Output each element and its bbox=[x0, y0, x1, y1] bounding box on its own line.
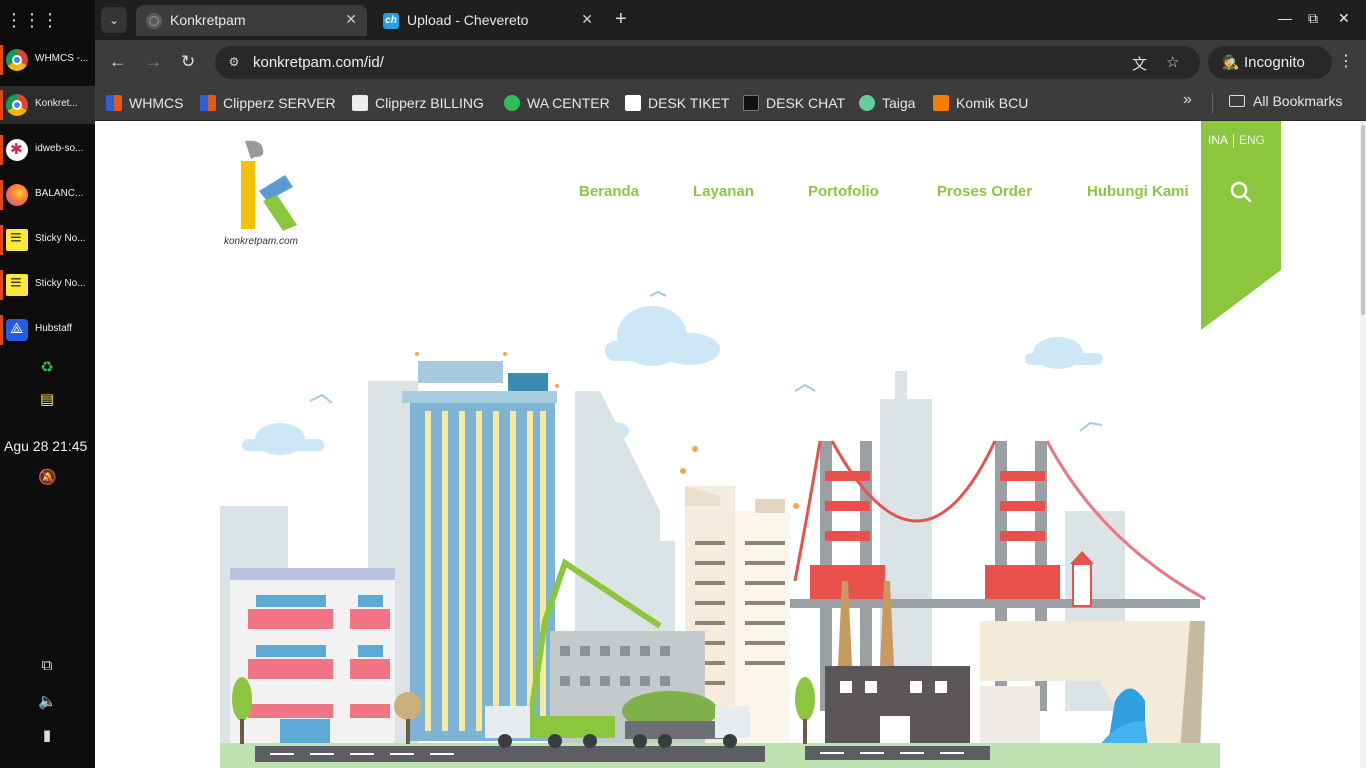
clipperz-icon bbox=[352, 95, 368, 111]
window-close-icon[interactable]: ✕ bbox=[1338, 10, 1350, 27]
url-text[interactable]: konkretpam.com/id/ bbox=[253, 54, 384, 71]
logo-text: konkretpam.com bbox=[224, 236, 298, 247]
nav-portofolio[interactable]: Portofolio bbox=[808, 183, 879, 200]
taskbar-item-konkretpam[interactable]: Konkret... bbox=[0, 86, 95, 124]
search-icon[interactable] bbox=[1228, 179, 1254, 205]
tab-search-button[interactable]: ⌄ bbox=[101, 7, 127, 33]
address-bar[interactable]: ⚙ konkretpam.com/id/ 文 ☆ bbox=[215, 46, 1200, 79]
taskbar-item-label: BALANC... bbox=[35, 188, 84, 199]
taskbar-item-label: idweb-so... bbox=[35, 143, 84, 154]
clock[interactable]: Agu 28 21:45 bbox=[4, 438, 87, 454]
bookmark-taiga[interactable]: Taiga bbox=[859, 93, 915, 113]
sticky-notes-icon bbox=[6, 227, 28, 251]
chrome-icon bbox=[6, 49, 28, 71]
taiga-icon bbox=[859, 95, 875, 111]
scrollbar[interactable] bbox=[1360, 121, 1366, 768]
taskbar-item-label: Konkret... bbox=[35, 98, 78, 109]
bookmark-whmcs[interactable]: WHMCS bbox=[106, 93, 183, 113]
bookmark-desk-chat[interactable]: DESK CHAT bbox=[743, 93, 845, 113]
incognito-icon: 🕵 bbox=[1222, 54, 1240, 70]
forward-icon[interactable]: → bbox=[145, 52, 162, 72]
taskbar-item-firefox[interactable]: BALANC... bbox=[0, 176, 95, 214]
tab-chevereto[interactable]: ch Upload - Chevereto ✕ bbox=[373, 5, 603, 36]
taskbar-item-hubstaff[interactable]: Hubstaff bbox=[0, 311, 95, 349]
network-icon[interactable]: ⧉ bbox=[38, 657, 56, 674]
browser-toolbar: ← → ↻ ⚙ konkretpam.com/id/ 文 ☆ 🕵 Incogni… bbox=[95, 40, 1366, 84]
nav-proses-order[interactable]: Proses Order bbox=[937, 183, 1032, 200]
taskbar-item-sticky-notes-2[interactable]: Sticky No... bbox=[0, 266, 95, 304]
site-settings-icon[interactable]: ⚙ bbox=[225, 53, 243, 71]
restore-icon[interactable]: ⧉ bbox=[1308, 10, 1318, 27]
taskbar-item-label: Sticky No... bbox=[35, 233, 86, 244]
desk-icon bbox=[625, 95, 641, 111]
nav-hubungi-kami[interactable]: Hubungi Kami bbox=[1087, 183, 1189, 200]
taskbar-item-whmcs[interactable]: WHMCS -... bbox=[0, 41, 95, 79]
clipperz-icon bbox=[200, 95, 216, 111]
minimize-icon[interactable]: — bbox=[1278, 10, 1292, 26]
tab-konkretpam[interactable]: Konkretpam ✕ bbox=[136, 5, 367, 36]
taskbar: WHMCS -... Konkret... idweb-so... BALANC… bbox=[0, 0, 95, 768]
recycle-tray-icon[interactable]: ♻ bbox=[38, 358, 56, 376]
more-bookmarks-icon[interactable]: » bbox=[1183, 91, 1192, 109]
reload-icon[interactable]: ↻ bbox=[181, 52, 195, 72]
lang-eng[interactable]: ENG bbox=[1239, 133, 1265, 147]
web-page: konkretpam.com Beranda Layanan Portofoli… bbox=[95, 121, 1366, 768]
chrome-icon bbox=[6, 94, 28, 116]
slack-icon bbox=[6, 139, 28, 161]
chevron-down-icon: ⌄ bbox=[108, 13, 120, 27]
taskbar-item-label: Hubstaff bbox=[35, 323, 73, 334]
all-bookmarks-button[interactable]: All Bookmarks bbox=[1229, 93, 1342, 109]
folder-icon bbox=[1229, 95, 1245, 107]
new-tab-icon[interactable]: + bbox=[615, 8, 627, 31]
app-grid-icon[interactable]: ⋮⋮⋮ bbox=[5, 10, 59, 31]
whatsapp-icon bbox=[504, 95, 520, 111]
taskbar-item-sticky-notes-1[interactable]: Sticky No... bbox=[0, 221, 95, 259]
bookmark-komik-bcu[interactable]: Komik BCU bbox=[933, 93, 1028, 113]
tab-strip: ⌄ Konkretpam ✕ ch Upload - Chevereto ✕ +… bbox=[95, 0, 1366, 40]
menu-icon[interactable]: ⋮ bbox=[1338, 51, 1354, 71]
bookmark-clipperz-billing[interactable]: Clipperz BILLING bbox=[352, 93, 484, 113]
nav-layanan[interactable]: Layanan bbox=[693, 183, 754, 200]
blogger-icon bbox=[933, 95, 949, 111]
battery-icon[interactable]: ▮ bbox=[38, 726, 56, 744]
sticky-notes-tray-icon[interactable]: ▤ bbox=[38, 390, 56, 408]
close-icon[interactable]: ✕ bbox=[345, 11, 357, 28]
hubstaff-icon bbox=[6, 319, 28, 341]
sticky-notes-icon bbox=[6, 272, 28, 296]
tab-title: Konkretpam bbox=[170, 12, 246, 28]
star-icon[interactable]: ☆ bbox=[1166, 53, 1179, 71]
desk-icon bbox=[743, 95, 759, 111]
close-icon[interactable]: ✕ bbox=[581, 11, 593, 28]
language-switcher: INA ENG bbox=[1208, 133, 1265, 148]
scrollbar-thumb[interactable] bbox=[1361, 125, 1365, 315]
whmcs-icon bbox=[106, 95, 122, 111]
chevereto-icon: ch bbox=[383, 13, 399, 29]
bell-muted-icon[interactable]: 🔕 bbox=[38, 468, 57, 486]
volume-icon[interactable]: 🔈 bbox=[38, 692, 57, 710]
incognito-label: Incognito bbox=[1244, 54, 1305, 71]
taskbar-item-label: Sticky No... bbox=[35, 278, 86, 289]
bookmark-clipperz-server[interactable]: Clipperz SERVER bbox=[200, 93, 336, 113]
bookmark-wa-center[interactable]: WA CENTER bbox=[504, 93, 610, 113]
bookmarks-bar: WHMCS Clipperz SERVER Clipperz BILLING W… bbox=[95, 84, 1366, 121]
taskbar-item-slack[interactable]: idweb-so... bbox=[0, 131, 95, 169]
tab-title: Upload - Chevereto bbox=[407, 12, 529, 28]
translate-icon[interactable]: 文 bbox=[1132, 53, 1147, 74]
bookmark-desk-tiket[interactable]: DESK TIKET bbox=[625, 93, 729, 113]
back-icon[interactable]: ← bbox=[109, 52, 126, 72]
firefox-icon bbox=[6, 184, 28, 206]
city-construction-illustration bbox=[220, 290, 1220, 768]
taskbar-item-label: WHMCS -... bbox=[35, 53, 89, 64]
nav-beranda[interactable]: Beranda bbox=[579, 183, 639, 200]
lang-ina[interactable]: INA bbox=[1208, 133, 1228, 147]
globe-icon bbox=[146, 13, 162, 29]
incognito-button[interactable]: 🕵 Incognito bbox=[1208, 46, 1332, 79]
